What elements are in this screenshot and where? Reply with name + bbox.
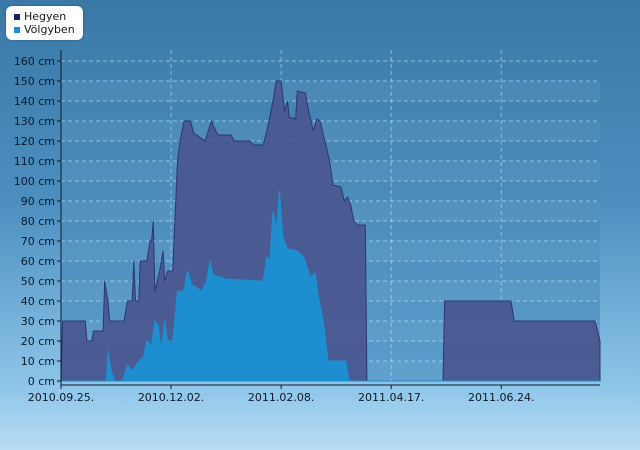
y-tick-label: 50 cm [21,275,55,288]
y-tick-label: 10 cm [21,355,55,368]
y-tick-label: 160 cm [14,55,55,68]
legend-swatch-volgyben [14,26,20,33]
y-tick-label: 150 cm [14,75,55,88]
y-tick-label: 20 cm [21,335,55,348]
x-tick-label: 2011.04.17. [358,391,424,404]
y-tick-label: 60 cm [21,255,55,268]
x-tick-label: 2011.06.24. [468,391,534,404]
y-tick-label: 40 cm [21,295,55,308]
y-tick-label: 130 cm [14,115,55,128]
grid-band [61,81,600,101]
legend-item-hegyen: Hegyen [14,10,75,23]
y-tick-label: 120 cm [14,135,55,148]
y-tick-label: 0 cm [28,375,55,388]
y-tick-label: 70 cm [21,235,55,248]
x-tick-label: 2011.02.08. [248,391,314,404]
legend-swatch-hegyen [14,13,20,20]
legend-label-volgyben: Völgyben [24,23,75,36]
x-axis-labels: 2010.09.25. 2010.12.02. 2011.02.08. 2011.04… [28,391,535,404]
grid-band [61,121,600,141]
y-axis-labels: 0 cm 10 cm 20 cm 30 cm 40 cm 50 cm 60 cm 70 cm 8… [14,55,55,388]
x-tick-label: 2010.12.02. [138,391,204,404]
y-tick-label: 80 cm [21,215,55,228]
legend: Hegyen Völgyben [6,6,83,40]
x-tick-label: 2010.09.25. [28,391,94,404]
y-tick-label: 30 cm [21,315,55,328]
legend-label-hegyen: Hegyen [24,10,67,23]
y-tick-label: 110 cm [14,155,55,168]
y-tick-label: 100 cm [14,175,55,188]
legend-item-volgyben: Völgyben [14,23,75,36]
y-tick-label: 90 cm [21,195,55,208]
chart: 0 cm 10 cm 20 cm 30 cm 40 cm 50 cm 60 cm 70 cm 8… [14,50,601,404]
y-tick-label: 140 cm [14,95,55,108]
